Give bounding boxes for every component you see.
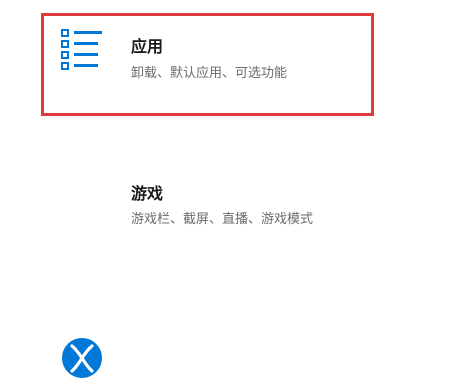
tile-subtitle-apps: 卸载、默认应用、可选功能	[131, 66, 288, 81]
tile-subtitle-games: 游戏栏、截屏、直播、游戏模式	[131, 212, 314, 227]
apps-list-icon	[61, 29, 102, 70]
settings-tile-games[interactable]: 游戏 游戏栏、截屏、直播、游戏模式	[0, 160, 450, 378]
settings-tile-apps[interactable]: 应用 卸载、默认应用、可选功能	[0, 0, 450, 130]
tile-title-games: 游戏	[131, 184, 164, 203]
xbox-icon	[62, 338, 102, 378]
tile-title-apps: 应用	[131, 37, 164, 56]
